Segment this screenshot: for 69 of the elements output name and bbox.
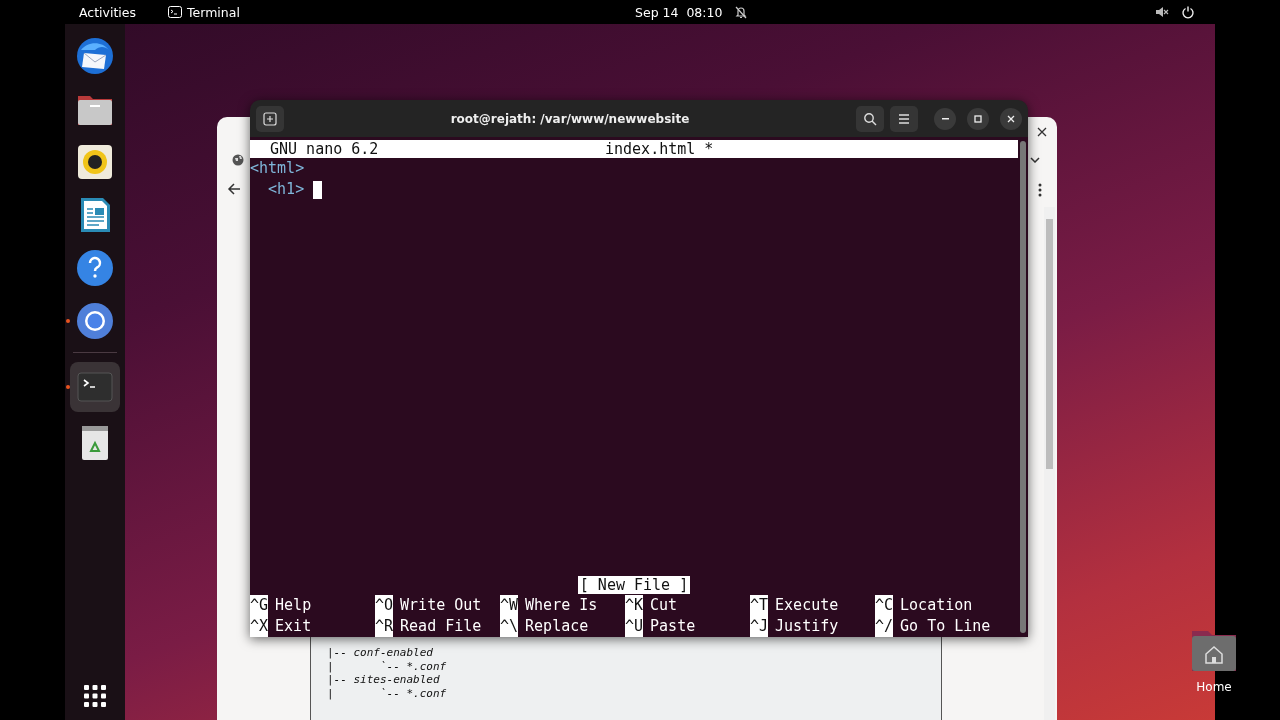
volume-muted-icon[interactable] [1155,5,1169,19]
shortcut-label: Write Out [400,595,482,616]
code-line: <html> [250,158,305,179]
menu-button[interactable] [890,105,918,132]
running-indicator [66,385,70,389]
plus-icon [263,111,277,126]
search-button[interactable] [856,105,884,132]
chevron-down-icon[interactable] [1030,157,1040,163]
notifications-off-icon[interactable] [734,5,749,19]
code-line: | `-- *.conf [327,686,448,700]
code-line: | `-- *.conf [327,659,448,673]
shortcut-label: Justify [775,616,839,637]
search-icon [863,111,877,126]
close-icon [1006,113,1016,124]
running-indicator [66,319,70,323]
shortcut-label: Location [900,595,973,616]
file-name: index.html * [605,140,714,158]
shortcut-key: ^C [875,595,894,616]
new-tab-button[interactable] [256,105,284,132]
scrollbar[interactable] [1020,141,1026,633]
shortcut-label: Replace [525,616,589,637]
globe-icon [232,154,244,166]
minimize-button[interactable] [934,107,956,130]
browser-icon [75,301,115,341]
shortcut-key: ^G [250,595,269,616]
back-arrow-icon[interactable] [227,182,241,196]
close-icon[interactable] [1037,127,1047,137]
shortcut-label: Exit [275,616,312,637]
shortcut-key: ^X [250,616,269,637]
shortcut-key: ^J [750,616,769,637]
app-grid-icon[interactable] [83,684,107,708]
text-cursor [313,180,323,199]
shortcut-key: ^/ [875,616,894,637]
editor-version: GNU nano 6.2 [269,140,380,158]
help-icon [75,248,115,288]
maximize-icon [973,113,983,124]
shortcut-label: Cut [650,595,678,616]
window-title: root@rejath: /var/www/newwebsite [449,111,691,126]
shortcut-label: Go To Line [900,616,991,637]
code-line: |-- conf-enabled [327,646,434,660]
bird-envelope-icon [75,36,115,76]
shortcut-key: ^K [625,595,644,616]
status-message: [ New File ] [577,575,691,594]
shortcut-key: ^R [375,616,394,637]
scrollbar[interactable] [1044,207,1055,720]
close-button[interactable] [1000,107,1022,130]
maximize-button[interactable] [967,107,989,130]
minimize-icon [941,117,949,120]
shortcut-key: ^\ [500,616,519,637]
shortcut-label: Help [275,595,312,616]
more-options-icon[interactable] [1038,183,1042,197]
power-icon[interactable] [1181,5,1195,19]
code-line: |-- sites-enabled [327,673,441,687]
shortcut-key: ^W [500,595,519,616]
shortcut-key: ^T [750,595,769,616]
clock[interactable]: Sep 14 08:10 [635,4,723,20]
home-folder-icon[interactable] [1190,629,1238,673]
shortcut-label: Execute [775,595,839,616]
activities-button[interactable]: Activities [65,4,149,20]
terminal-icon [168,6,183,18]
code-line: <h1> [267,179,306,200]
shortcut-label: Read File [400,616,482,637]
app-menu[interactable]: Terminal [168,4,240,20]
speaker-icon [75,142,115,182]
menu-icon [897,111,911,126]
shortcut-label: Where Is [525,595,598,616]
shortcut-label: Paste [650,616,696,637]
shortcut-key: ^U [625,616,644,637]
shortcut-key: ^O [375,595,394,616]
